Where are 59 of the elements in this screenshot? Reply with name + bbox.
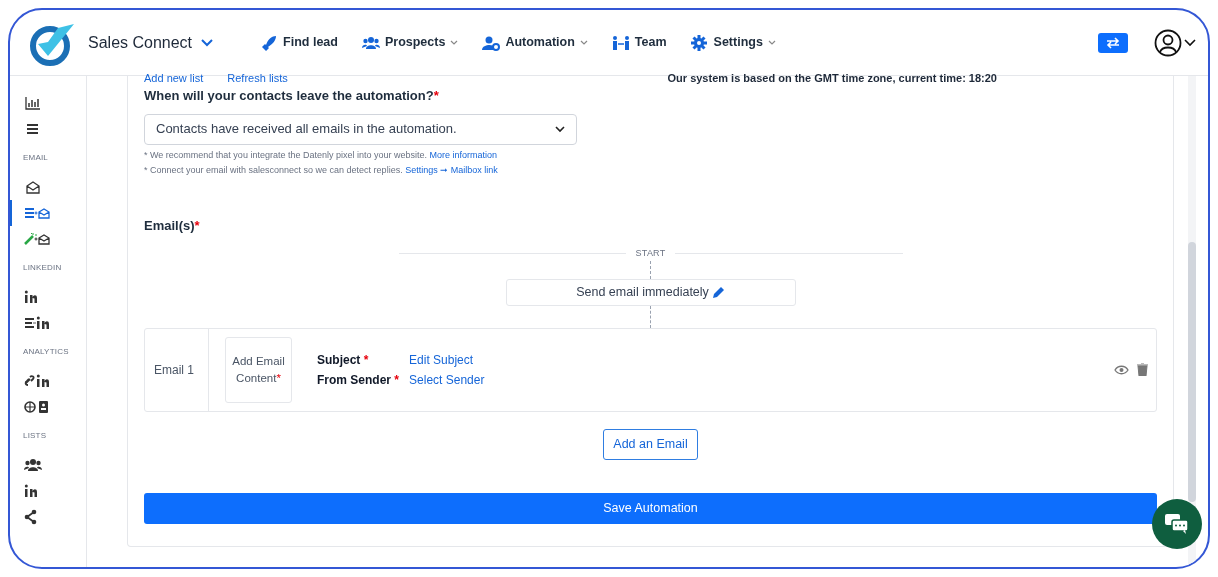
swap-arrows-icon bbox=[1105, 36, 1121, 49]
info-link[interactable]: Settings ➞ Mailbox link bbox=[405, 165, 498, 175]
scrollbar[interactable] bbox=[1188, 76, 1196, 567]
field-label: From Sender * bbox=[317, 371, 400, 389]
sidebar-section-label: ANALYTICS bbox=[22, 346, 70, 358]
users-icon bbox=[24, 457, 42, 473]
nav-link[interactable]: Automation bbox=[482, 33, 588, 52]
gear-icon bbox=[690, 34, 709, 51]
switch-button[interactable] bbox=[1098, 32, 1128, 53]
list-icon bbox=[24, 121, 41, 137]
link-linkedin-icon bbox=[24, 373, 50, 389]
user-avatar-icon[interactable] bbox=[1154, 28, 1182, 57]
wand-envelope-icon bbox=[24, 231, 50, 247]
bar-chart-icon bbox=[24, 95, 41, 111]
chat-button[interactable] bbox=[1152, 499, 1202, 549]
eye-icon[interactable] bbox=[1114, 364, 1129, 375]
chevron-down-icon[interactable] bbox=[1184, 38, 1196, 47]
info-link[interactable]: More information bbox=[429, 149, 497, 160]
add-content-button[interactable]: Add Email Content* bbox=[225, 336, 292, 403]
people-arrows-icon bbox=[611, 34, 630, 51]
nav-link[interactable]: Team bbox=[611, 33, 667, 52]
nav-link[interactable]: Prospects bbox=[361, 33, 459, 52]
section-label: Email(s)* bbox=[144, 216, 201, 235]
chevron-down-icon bbox=[767, 39, 776, 46]
email-name: Email 1 bbox=[154, 361, 194, 379]
edit-subject-link[interactable]: Edit Subject bbox=[409, 350, 485, 369]
sidebar-section-label: LINKEDIN bbox=[22, 262, 63, 274]
add-email-button[interactable]: Add an Email bbox=[603, 428, 698, 460]
chevron-down-icon bbox=[450, 39, 459, 46]
nav-link[interactable]: Find lead bbox=[260, 33, 338, 52]
exit-condition-select[interactable]: Contacts have received all emails in the automation. bbox=[144, 113, 577, 145]
list-link[interactable]: Add new list bbox=[144, 70, 204, 87]
save-automation-button[interactable]: Save Automation bbox=[144, 492, 1157, 524]
delay-step[interactable]: Send email immediately bbox=[505, 278, 796, 306]
nav-link[interactable]: Settings bbox=[690, 33, 776, 52]
globe-contact-icon bbox=[24, 399, 50, 415]
chevron-down-icon bbox=[555, 125, 565, 133]
note-text: * Connect your email with salesconnect so we can detect replies. Settings ➞ Mailbox link bbox=[144, 164, 499, 177]
chevron-down-icon bbox=[579, 39, 588, 46]
timezone-note: Our system is based on the GMT time zone, current time: 18:20 bbox=[667, 71, 997, 86]
user-gear-icon bbox=[482, 34, 501, 51]
brand-name: Sales Connect bbox=[88, 32, 193, 53]
list-linkedin-icon bbox=[24, 315, 50, 331]
list-envelope-icon bbox=[24, 205, 50, 221]
rocket-icon bbox=[260, 34, 279, 51]
envelope-icon bbox=[24, 179, 41, 195]
list-link[interactable]: Refresh lists bbox=[227, 70, 288, 87]
field-label: Subject * bbox=[317, 351, 370, 369]
note-text: * We recommend that you integrate the Datenly pixel into your website. More information bbox=[144, 148, 498, 162]
trash-icon[interactable] bbox=[1137, 363, 1148, 376]
sidebar-section-label: EMAIL bbox=[22, 152, 49, 164]
start-label: START bbox=[635, 247, 666, 260]
sidebar-section-label: LISTS bbox=[22, 430, 48, 442]
pencil-icon[interactable] bbox=[711, 285, 725, 299]
field-label: When will your contacts leave the automation?* bbox=[144, 87, 440, 105]
share-icon bbox=[24, 509, 37, 525]
users-icon bbox=[361, 34, 380, 51]
chat-bubbles-icon bbox=[1164, 513, 1190, 535]
select-sender-link[interactable]: Select Sender bbox=[409, 370, 485, 389]
